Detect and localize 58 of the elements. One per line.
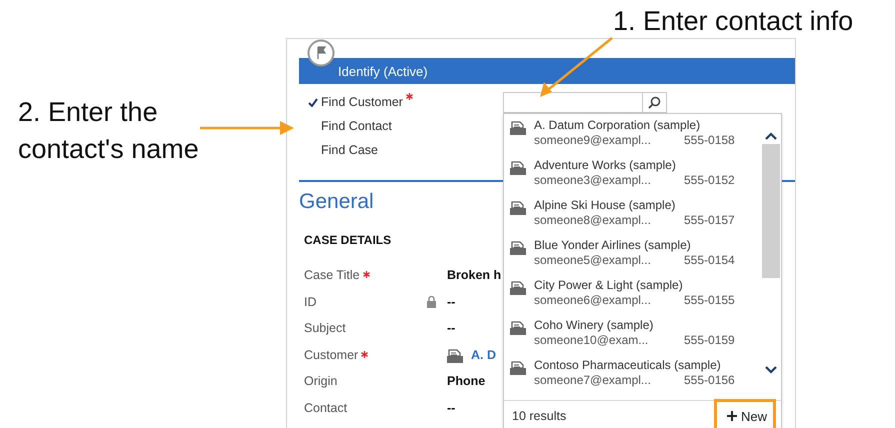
field-label: Subject <box>304 321 346 336</box>
account-icon <box>510 361 526 375</box>
result-phone: 555-0157 <box>684 213 735 228</box>
field-value: Broken h <box>447 268 502 282</box>
flag-icon <box>307 39 335 67</box>
result-phone: 555-0154 <box>684 253 735 268</box>
plus-icon <box>726 411 737 421</box>
annotation-text: 2. Enter the contact's name <box>18 96 199 166</box>
scroll-down-icon[interactable] <box>765 366 777 374</box>
result-phone: 555-0158 <box>684 133 735 148</box>
field-value: -- <box>447 321 456 336</box>
account-icon <box>510 161 526 175</box>
result-email: someone10@exam... <box>534 333 650 348</box>
section-subheading: CASE DETAILS <box>304 233 392 247</box>
result-email: someone5@exampl... <box>534 253 652 268</box>
result-phone: 555-0159 <box>684 333 735 348</box>
field-label: Origin <box>304 374 338 388</box>
result-name[interactable]: City Power & Light (sample) <box>534 278 735 293</box>
result-email: someone3@exampl... <box>534 173 652 188</box>
account-icon <box>510 241 526 255</box>
stage-bar[interactable]: Identify (Active) <box>299 58 795 84</box>
new-button[interactable]: New <box>714 399 776 428</box>
result-email: someone6@exampl... <box>534 293 652 308</box>
result-name[interactable]: Blue Yonder Airlines (sample) <box>534 238 735 253</box>
account-icon <box>510 281 526 295</box>
field-link[interactable]: A. D <box>471 348 496 362</box>
account-icon <box>447 349 463 364</box>
step-label[interactable]: Find Customer <box>321 95 403 109</box>
result-name[interactable]: A. Datum Corporation (sample) <box>534 118 735 133</box>
scroll-up-icon[interactable] <box>765 132 777 140</box>
account-icon <box>510 121 526 135</box>
result-phone: 555-0155 <box>684 293 735 308</box>
field-value: -- <box>447 400 456 415</box>
account-icon <box>510 201 526 215</box>
field-label: Customer <box>304 348 358 362</box>
field-value: -- <box>447 294 456 309</box>
step-label[interactable]: Find Case <box>321 143 378 157</box>
result-email: someone7@exampl... <box>534 373 652 388</box>
result-name[interactable]: Contoso Pharmaceuticals (sample) <box>534 358 735 373</box>
result-email: someone9@exampl... <box>534 133 652 148</box>
result-phone: 555-0152 <box>684 173 735 188</box>
result-name[interactable]: Coho Winery (sample) <box>534 318 735 333</box>
result-email: someone8@exampl... <box>534 213 652 228</box>
result-name[interactable]: Adventure Works (sample) <box>534 158 735 173</box>
step-label[interactable]: Find Contact <box>321 119 392 133</box>
result-count: 10 results <box>512 409 566 423</box>
scroll-thumb[interactable] <box>762 144 780 278</box>
field-label: ID <box>304 294 316 309</box>
account-icon <box>510 321 526 335</box>
search-field[interactable] <box>503 92 667 113</box>
field-value: Phone <box>447 374 486 388</box>
search-icon <box>648 96 661 109</box>
section-title: General <box>299 190 374 214</box>
field-label: Contact <box>304 400 348 415</box>
field-label: Case Title <box>304 268 360 282</box>
result-name[interactable]: Alpine Ski House (sample) <box>534 198 735 213</box>
result-phone: 555-0156 <box>684 373 735 388</box>
annotation-text: 1. Enter contact info <box>613 5 854 38</box>
